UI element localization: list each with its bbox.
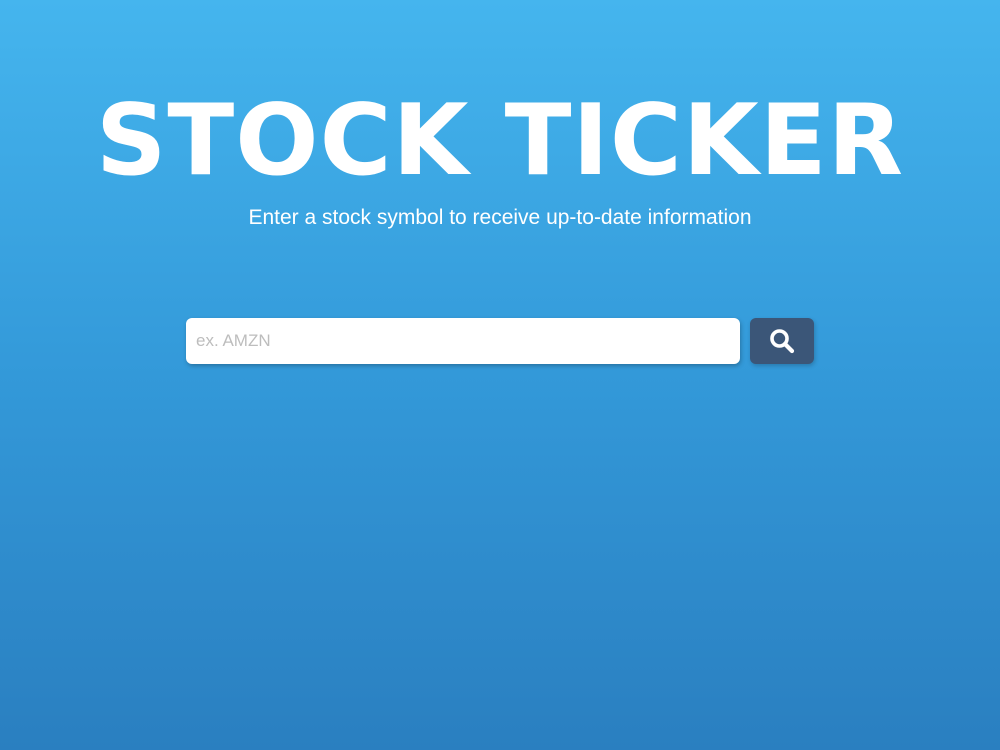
page-title: STOCK TICKER [95,84,905,198]
stock-symbol-input[interactable] [186,318,740,364]
search-icon [770,329,795,354]
search-button[interactable] [750,318,814,364]
page-subtitle: Enter a stock symbol to receive up-to-da… [248,206,752,229]
